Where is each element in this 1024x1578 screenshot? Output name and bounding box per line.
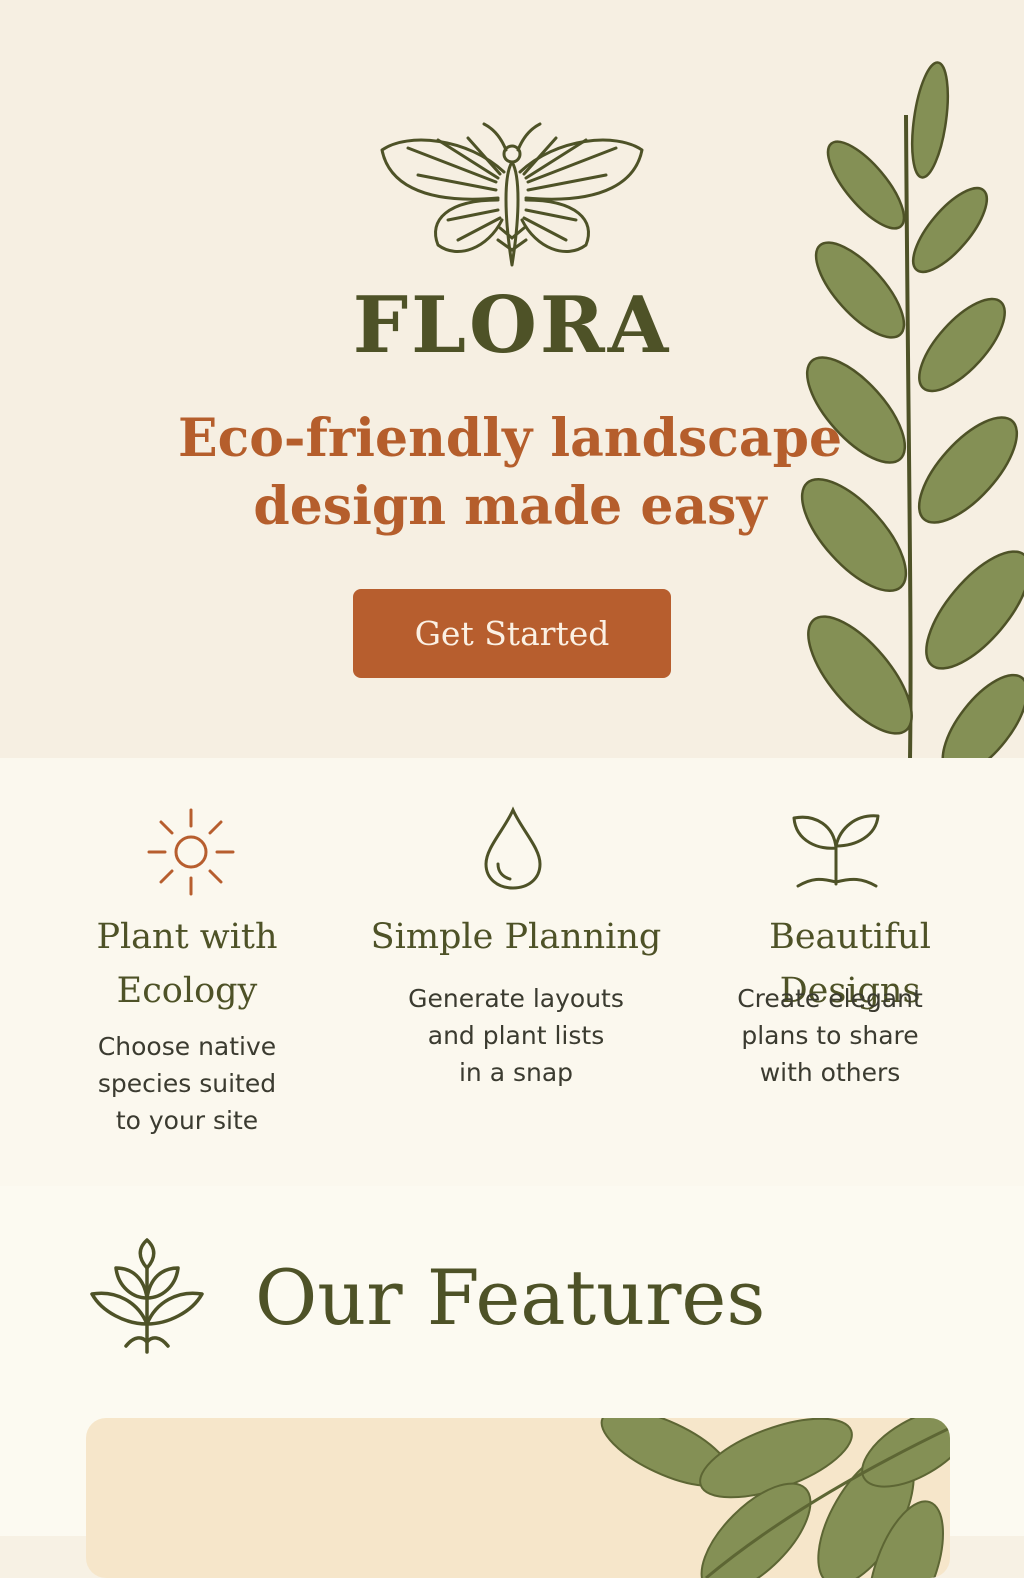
benefit-title: Simple Planning: [370, 917, 662, 957]
features-section: Our Features: [0, 1186, 1024, 1578]
benefit-description: Generate layouts and plant lists in a sn…: [408, 984, 624, 1087]
features-heading: Our Features: [255, 1253, 766, 1342]
hero-tagline: Eco-friendly landscape design made easy: [150, 405, 870, 541]
sprout-icon: [792, 814, 880, 888]
water-drop-icon: [484, 806, 542, 890]
moth-icon: [380, 122, 644, 267]
feature-card: [86, 1418, 950, 1578]
benefit-description: Choose native species suited to your sit…: [97, 1032, 277, 1135]
benefit-title: Plant with Ecology: [96, 917, 278, 1011]
get-started-button[interactable]: Get Started: [353, 589, 671, 678]
hero-section: FLORA Eco-friendly landscape design made…: [0, 0, 1024, 758]
tagline-line-2: design made easy: [253, 476, 767, 537]
tagline-line-1: Eco-friendly landscape: [177, 408, 843, 469]
leafy-branch-icon: [600, 1418, 950, 1578]
benefits-section: Plant with Ecology Choose native species…: [0, 758, 1024, 1186]
sun-icon: [147, 808, 235, 896]
brand-name: FLORA: [352, 280, 672, 371]
benefit-description: Create elegant plans to share with other…: [737, 984, 923, 1087]
plant-icon: [90, 1238, 204, 1354]
